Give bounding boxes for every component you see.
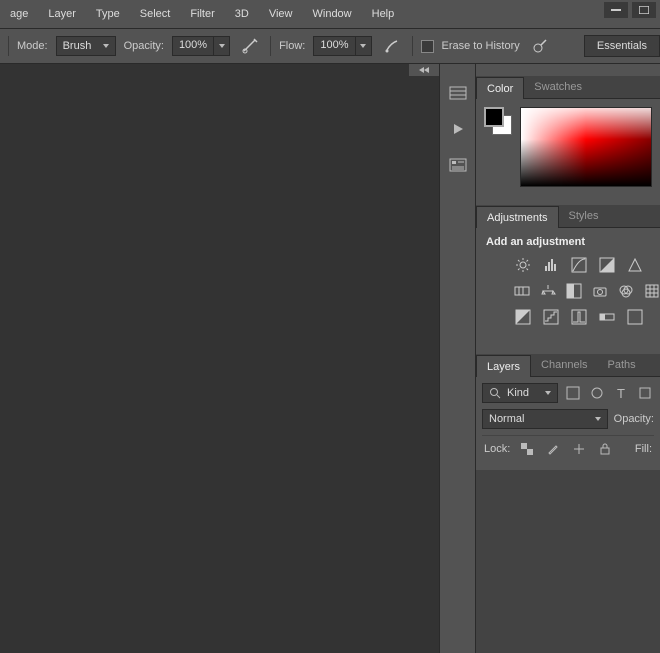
menu-bar: age Layer Type Select Filter 3D View Win… [0, 0, 660, 28]
properties-panel-icon[interactable] [445, 154, 471, 176]
menu-image[interactable]: age [0, 2, 38, 26]
opacity-value: 100% [172, 36, 214, 56]
separator [270, 36, 271, 56]
tab-layers[interactable]: Layers [476, 355, 531, 377]
airbrush-icon[interactable] [380, 34, 404, 58]
workspace-switcher[interactable]: Essentials [584, 35, 660, 57]
actions-panel-icon[interactable] [445, 118, 471, 140]
chevron-down-icon [103, 44, 109, 48]
color-panel [476, 99, 660, 195]
mode-label: Mode: [17, 40, 48, 52]
opacity-field[interactable]: 100% [172, 36, 230, 56]
gradient-map-icon[interactable] [598, 308, 616, 326]
filter-adjust-icon[interactable] [588, 384, 606, 402]
chevron-down-icon [545, 391, 551, 395]
chevron-down-icon [219, 44, 225, 48]
menu-window[interactable]: Window [303, 2, 362, 26]
chevron-left-icon [424, 67, 429, 73]
tab-channels[interactable]: Channels [531, 354, 597, 376]
search-icon [489, 387, 501, 399]
curves-icon[interactable] [570, 256, 588, 274]
color-ramp[interactable] [520, 107, 652, 187]
erase-history-label: Erase to History [442, 40, 520, 52]
workspace-label: Essentials [597, 40, 647, 52]
pressure-opacity-icon[interactable] [238, 34, 262, 58]
opacity-stepper[interactable] [214, 36, 230, 56]
color-balance-icon[interactable] [540, 282, 556, 300]
invert-icon[interactable] [514, 308, 532, 326]
kind-label: Kind [507, 387, 529, 399]
flow-value: 100% [313, 36, 355, 56]
adjustments-header: Add an adjustment [486, 236, 650, 248]
lock-paint-icon[interactable] [544, 440, 562, 458]
menu-3d[interactable]: 3D [225, 2, 259, 26]
maximize-button[interactable] [632, 2, 656, 18]
bw-icon[interactable] [566, 282, 582, 300]
collapsed-dock [439, 64, 475, 653]
flow-stepper[interactable] [356, 36, 372, 56]
erase-history-checkbox[interactable] [421, 40, 434, 53]
vibrance-icon[interactable] [626, 256, 644, 274]
tab-styles[interactable]: Styles [559, 205, 609, 227]
threshold-icon[interactable] [570, 308, 588, 326]
separator [412, 36, 413, 56]
panel-dock: Color Swatches Adjustments Styles Add an… [475, 64, 660, 653]
menu-help[interactable]: Help [362, 2, 405, 26]
tab-paths[interactable]: Paths [598, 354, 646, 376]
separator [8, 36, 9, 56]
levels-icon[interactable] [542, 256, 560, 274]
tab-swatches[interactable]: Swatches [524, 76, 592, 98]
color-swatch[interactable] [484, 107, 512, 135]
photo-filter-icon[interactable] [592, 282, 608, 300]
layer-filter-kind[interactable]: Kind [482, 383, 558, 403]
minimize-button[interactable] [604, 2, 628, 18]
pressure-size-icon[interactable] [528, 34, 552, 58]
brightness-icon[interactable] [514, 256, 532, 274]
history-panel-icon[interactable] [445, 82, 471, 104]
layers-panel-tabs: Layers Channels Paths [476, 354, 660, 377]
opacity-label: Opacity: [124, 40, 164, 52]
tab-adjustments[interactable]: Adjustments [476, 206, 559, 228]
channel-mixer-icon[interactable] [618, 282, 634, 300]
panel-collapse-button[interactable] [409, 64, 439, 76]
options-bar: Mode: Brush Opacity: 100% Flow: 100% Era… [0, 28, 660, 64]
chevron-down-icon [360, 44, 366, 48]
flow-field[interactable]: 100% [313, 36, 371, 56]
foreground-color-swatch[interactable] [484, 107, 504, 127]
menu-view[interactable]: View [259, 2, 303, 26]
posterize-icon[interactable] [542, 308, 560, 326]
exposure-icon[interactable] [598, 256, 616, 274]
filter-pixel-icon[interactable] [564, 384, 582, 402]
adjustments-panel-tabs: Adjustments Styles [476, 205, 660, 228]
menu-type[interactable]: Type [86, 2, 130, 26]
filter-shape-icon[interactable] [636, 384, 654, 402]
fill-label: Fill: [635, 443, 652, 455]
mode-dropdown[interactable]: Brush [56, 36, 116, 56]
layer-opacity-label: Opacity: [614, 413, 654, 425]
blend-mode-value: Normal [489, 413, 524, 425]
hue-icon[interactable] [514, 282, 530, 300]
filter-type-icon[interactable]: T [612, 384, 630, 402]
color-lookup-icon[interactable] [644, 282, 660, 300]
flow-label: Flow: [279, 40, 305, 52]
mode-value: Brush [63, 40, 92, 52]
lock-label: Lock: [484, 443, 510, 455]
chevron-down-icon [595, 417, 601, 421]
lock-transparent-icon[interactable] [518, 440, 536, 458]
canvas-area[interactable] [0, 64, 439, 653]
lock-move-icon[interactable] [570, 440, 588, 458]
selective-color-icon[interactable] [626, 308, 644, 326]
menu-filter[interactable]: Filter [180, 2, 224, 26]
menu-layer[interactable]: Layer [38, 2, 86, 26]
lock-all-icon[interactable] [596, 440, 614, 458]
color-panel-tabs: Color Swatches [476, 76, 660, 99]
tab-color[interactable]: Color [476, 77, 524, 99]
menu-select[interactable]: Select [130, 2, 181, 26]
blend-mode-dropdown[interactable]: Normal [482, 409, 608, 429]
layers-panel: Kind T Normal Opacity: Lock: [476, 377, 660, 470]
adjustments-panel: Add an adjustment [476, 228, 660, 344]
layers-list[interactable] [476, 470, 660, 653]
